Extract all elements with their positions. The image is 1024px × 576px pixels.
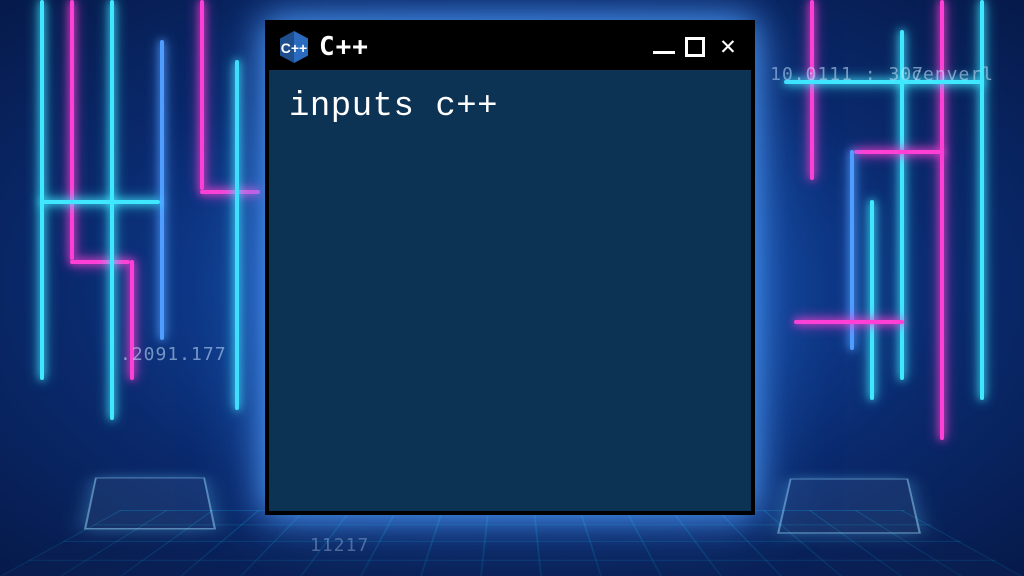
svg-text:C++: C++ [281,40,307,56]
bg-text-left: .2091.177 [120,344,227,365]
bg-text-bottom: 11217 [310,535,369,556]
terminal-window: C++ C++ ✕ inputs c++ [265,20,755,515]
window-title: C++ [319,32,643,62]
terminal-text: inputs c++ [289,88,731,126]
minimize-button[interactable] [653,51,675,54]
close-button[interactable]: ✕ [715,34,741,60]
window-controls: ✕ [653,34,741,60]
maximize-button[interactable] [685,37,705,57]
bg-text-right-1: 10.0111 : 307 [770,64,924,85]
bg-text-right-2: cenverl [911,64,994,85]
titlebar[interactable]: C++ C++ ✕ [269,24,751,70]
terminal-content[interactable]: inputs c++ [269,70,751,511]
cpp-icon: C++ [279,30,309,64]
